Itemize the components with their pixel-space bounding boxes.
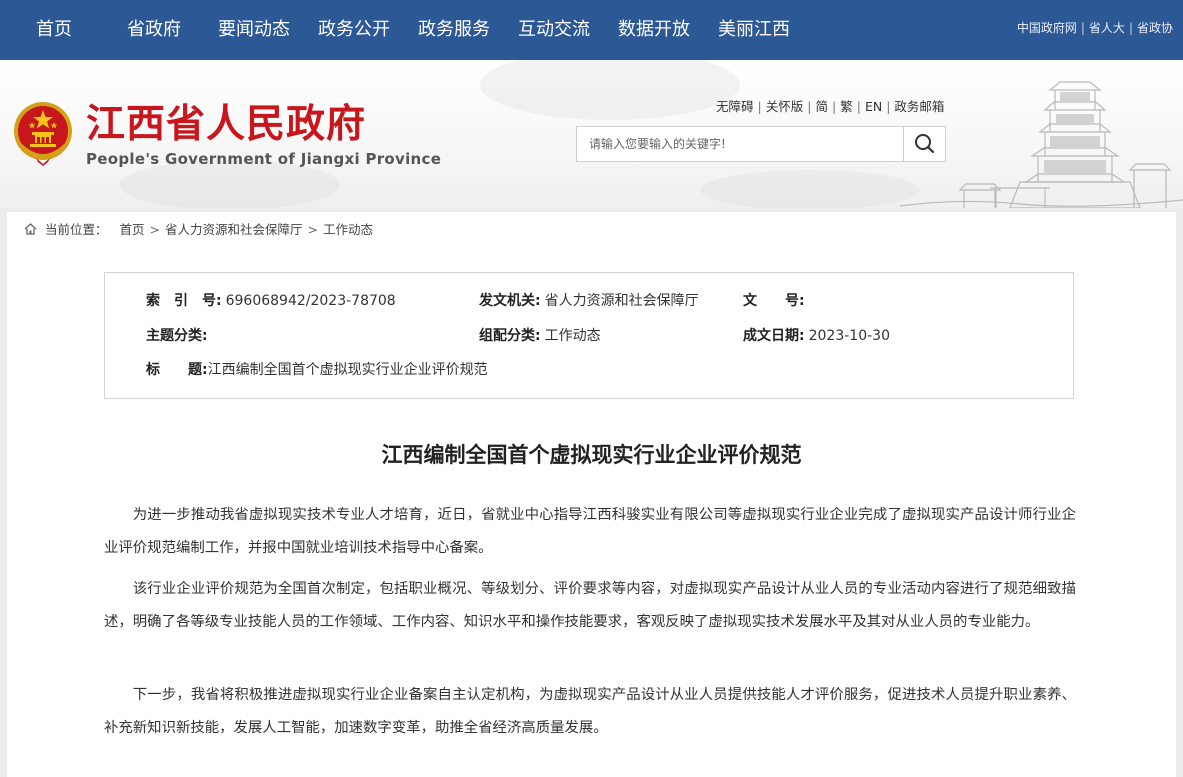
meta-topic-row: 主题分类: [146, 327, 212, 345]
article-paragraph: 为进一步推动我省虚拟现实技术专业人才培育，近日，省就业中心指导江西科骏实业有限公… [104, 507, 1076, 556]
nav-item-interaction[interactable]: 互动交流 [518, 18, 590, 42]
meta-docno-label: 文 号: [743, 293, 805, 309]
article-paragraph: 下一步，我省将积极推进虚拟现实行业企业备案自主认定机构，为虚拟现实产品设计从业人… [104, 687, 1076, 736]
home-icon [24, 223, 37, 235]
meta-category-value: 工作动态 [544, 328, 601, 344]
nav-item-news[interactable]: 要闻动态 [218, 18, 290, 42]
article-paragraph: 该行业企业评价规范为全国首次制定，包括职业概况、等级划分、评价要求等内容，对虚拟… [104, 581, 1076, 630]
divider: | [1080, 21, 1085, 35]
breadcrumb-work-news[interactable]: 工作动态 [323, 222, 373, 237]
breadcrumb-label: 当前位置： [45, 222, 108, 237]
link-china-gov[interactable]: 中国政府网 [1017, 21, 1077, 35]
breadcrumb-separator: > [149, 222, 161, 237]
nav-item-beautiful-jiangxi[interactable]: 美丽江西 [718, 18, 790, 42]
link-care-mode[interactable]: 关怀版 [766, 99, 804, 114]
breadcrumb: 当前位置： 首页 > 省人力资源和社会保障厅 > 工作动态 [24, 222, 373, 238]
meta-docno-row: 文 号: [743, 292, 809, 310]
site-header: 江西省人民政府 People's Government of Jiangxi P… [0, 60, 1183, 208]
meta-title-label: 标 题: [146, 362, 208, 378]
meta-index-row: 索 引 号: 696068942/2023-78708 [146, 292, 396, 310]
nav-item-provincial-government[interactable]: 省政府 [127, 18, 181, 42]
meta-title-value: 江西编制全国首个虚拟现实行业企业评价规范 [207, 362, 488, 378]
meta-category-label: 组配分类: [479, 328, 541, 344]
main-content: 当前位置： 首页 > 省人力资源和社会保障厅 > 工作动态 索 引 号: 696068942… [7, 212, 1176, 777]
pavilion-illustration [900, 81, 1183, 208]
document-metadata-table: 索 引 号: 696068942/2023-78708 发文机关: 省人力资源和社会… [104, 272, 1074, 399]
meta-title-row: 标 题:江西编制全国首个虚拟现实行业企业评价规范 [146, 361, 488, 379]
divider: | [807, 99, 812, 114]
meta-date-label: 成文日期: [743, 328, 805, 344]
link-english[interactable]: EN [865, 99, 882, 114]
nav-item-open-data[interactable]: 数据开放 [618, 18, 690, 42]
nav-item-home[interactable]: 首页 [36, 18, 72, 42]
meta-issuer-value: 省人力资源和社会保障厅 [544, 293, 699, 309]
search-input[interactable] [577, 127, 903, 161]
nav-item-government-services[interactable]: 政务服务 [418, 18, 490, 42]
top-right-links: 中国政府网 | 省人大 | 省政协 [1017, 20, 1173, 36]
meta-index-value: 696068942/2023-78708 [225, 293, 396, 309]
link-provincial-congress[interactable]: 省人大 [1089, 21, 1125, 35]
nav-item-government-affairs[interactable]: 政务公开 [318, 18, 390, 42]
link-traditional-chinese[interactable]: 繁 [840, 99, 853, 114]
site-subtitle: People's Government of Jiangxi Province [86, 150, 442, 168]
meta-date-row: 成文日期: 2023-10-30 [743, 327, 890, 345]
meta-index-label: 索 引 号: [146, 293, 222, 309]
divider: | [856, 99, 861, 114]
breadcrumb-separator: > [307, 222, 319, 237]
breadcrumb-home[interactable]: 首页 [120, 222, 145, 237]
top-navigation-bar: 首页 省政府 要闻动态 政务公开 政务服务 互动交流 数据开放 美丽江西 中国政… [0, 0, 1183, 60]
divider: | [757, 99, 762, 114]
background-cloud [480, 60, 740, 120]
divider: | [1128, 21, 1133, 35]
article-title: 江西编制全国首个虚拟现实行业企业评价规范 [381, 443, 802, 467]
meta-date-value: 2023-10-30 [808, 328, 890, 344]
meta-issuer-row: 发文机关: 省人力资源和社会保障厅 [479, 292, 699, 310]
divider: | [831, 99, 837, 114]
meta-category-row: 组配分类: 工作动态 [479, 327, 601, 345]
divider: | [886, 99, 891, 114]
search-box [576, 126, 946, 162]
link-simplified-chinese[interactable]: 简 [815, 99, 828, 114]
national-emblem-icon[interactable] [12, 100, 74, 166]
background-cloud [700, 170, 920, 208]
meta-topic-label: 主题分类: [146, 328, 208, 344]
site-title[interactable]: 江西省人民政府 [86, 100, 366, 148]
link-provincial-cppcc[interactable]: 省政协 [1137, 21, 1173, 35]
meta-issuer-label: 发文机关: [479, 293, 541, 309]
link-accessibility[interactable]: 无障碍 [716, 99, 754, 114]
breadcrumb-hrss-department[interactable]: 省人力资源和社会保障厅 [165, 222, 303, 237]
